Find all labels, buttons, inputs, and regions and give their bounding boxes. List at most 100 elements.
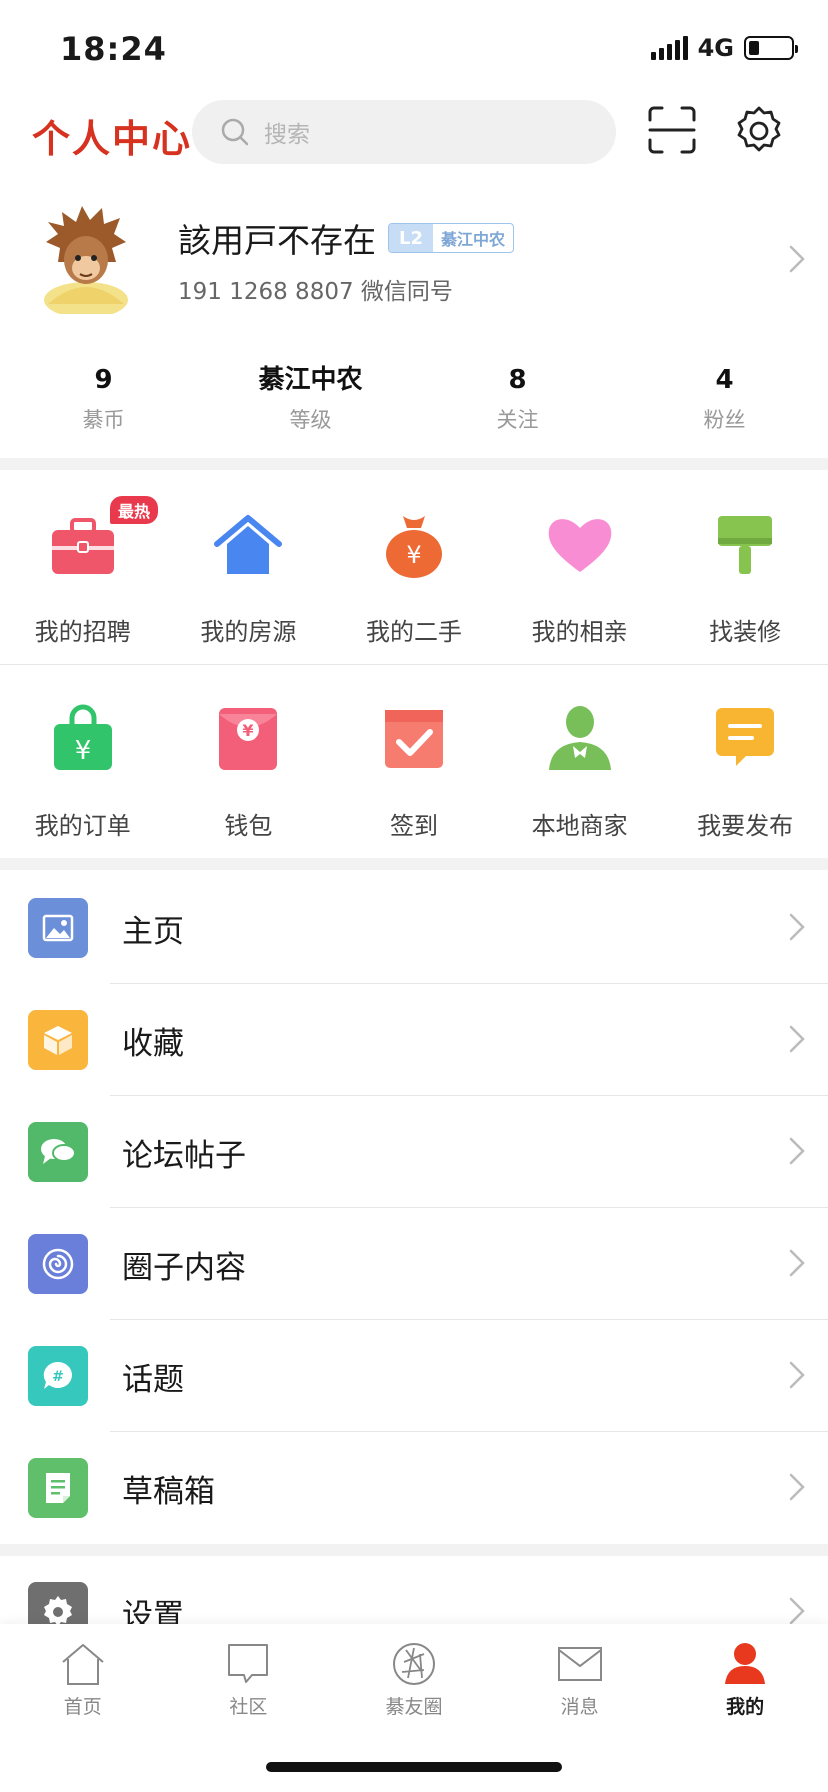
chevron-right-icon: [789, 1473, 805, 1501]
menu-label: 话题: [122, 1362, 184, 1398]
stat-value: 8: [508, 365, 527, 395]
grid-item-label: 我的招聘: [34, 618, 131, 646]
box-icon: [44, 1026, 72, 1055]
menu-item-circle-content[interactable]: 圈子内容: [0, 1208, 828, 1320]
stat-value: 9: [94, 365, 113, 395]
chevron-right-icon: [789, 1361, 805, 1389]
grid-item-orders[interactable]: ¥ 我的订单: [0, 664, 166, 854]
menu-icon-bg: [28, 898, 88, 958]
search-icon: [221, 118, 249, 146]
home-indicator: [266, 1762, 562, 1772]
tab-home[interactable]: 首页: [0, 1624, 166, 1792]
grid-item-publish[interactable]: 我要发布: [662, 664, 828, 854]
profile-card[interactable]: 該用戸不存在 L2 綦江中农 191 1268 8807 微信同号: [0, 200, 828, 320]
level-badge-org: 綦江中农: [441, 230, 506, 249]
stat-fans[interactable]: 4 粉丝: [621, 362, 828, 442]
grid-item-label: 找装修: [709, 618, 782, 646]
menu-item-drafts[interactable]: 草稿箱: [0, 1432, 828, 1544]
menu-icon-bg: [28, 1122, 88, 1182]
grid-item-checkin[interactable]: 签到: [331, 664, 497, 854]
menu-icon-bg: #: [28, 1346, 88, 1406]
scan-icon[interactable]: [648, 106, 696, 154]
home-icon: [62, 1644, 104, 1685]
chevron-right-icon: [789, 245, 805, 273]
menu-label: 收藏: [122, 1026, 184, 1062]
grid-item-decoration[interactable]: 找装修: [662, 470, 828, 660]
page-title: 个人中心: [32, 116, 193, 161]
avatar: [44, 206, 128, 314]
menu-label: 圈子内容: [122, 1250, 246, 1286]
grid-item-label: 我的相亲: [531, 618, 628, 646]
envelope-icon: [557, 1647, 602, 1681]
search-bar[interactable]: 搜索: [192, 100, 616, 164]
tab-mine[interactable]: 我的: [662, 1624, 828, 1792]
stat-level[interactable]: 綦江中农 等级: [207, 362, 414, 442]
briefcase-icon: [51, 518, 114, 574]
feature-grid-row-2: ¥ 我的订单 ¥ 钱包 签到 本地商家 我要发布: [0, 664, 828, 854]
merchant-icon: [548, 706, 611, 770]
chevron-right-icon: [789, 1137, 805, 1165]
menu-icon-bg: [28, 1010, 88, 1070]
menu-item-favorites[interactable]: 收藏: [0, 984, 828, 1096]
stats-row: 9 綦币 綦江中农 等级 8 关注 4 粉丝: [0, 362, 828, 442]
grid-item-wallet[interactable]: ¥ 钱包: [166, 664, 332, 854]
grid-item-label: 我的二手: [365, 618, 462, 646]
stat-label: 等级: [289, 408, 332, 432]
svg-text:¥: ¥: [243, 721, 254, 740]
house-icon: [214, 515, 283, 574]
menu-item-homepage[interactable]: 主页: [0, 872, 828, 984]
grid-item-dating[interactable]: 我的相亲: [497, 470, 663, 660]
grid-item-label: 我的房源: [200, 618, 297, 646]
user-icon: [725, 1643, 766, 1684]
svg-text:¥: ¥: [406, 541, 421, 569]
menu-item-forum-posts[interactable]: 论坛帖子: [0, 1096, 828, 1208]
status-bar: 18:24 4G: [0, 0, 828, 96]
section-divider: [0, 858, 828, 870]
chat-bubbles-icon: [41, 1139, 76, 1164]
stat-following[interactable]: 8 关注: [414, 362, 621, 442]
battery-icon: [744, 36, 798, 60]
red-envelope-icon: ¥: [219, 708, 278, 770]
stat-label: 綦币: [82, 408, 125, 432]
section-divider: [0, 458, 828, 470]
tab-label: 首页: [63, 1696, 102, 1718]
draft-icon: [46, 1473, 70, 1503]
stat-value: 4: [715, 365, 734, 395]
tab-label: 社区: [229, 1696, 268, 1718]
menu-label: 草稿箱: [122, 1474, 215, 1510]
search-placeholder: 搜索: [264, 122, 310, 148]
stat-value: 綦江中农: [258, 365, 363, 395]
tab-label: 我的: [726, 1696, 765, 1718]
grid-item-secondhand[interactable]: ¥ 我的二手: [331, 470, 497, 660]
profile-name: 該用戸不存在: [178, 221, 376, 260]
profile-name-row: 該用戸不存在 L2 綦江中农: [178, 214, 515, 262]
hashtag-icon: #: [43, 1361, 72, 1389]
menu-item-topics[interactable]: # 话题: [0, 1320, 828, 1432]
feature-grid-row-1: 最热 我的招聘 我的房源 ¥ 我的二手 我的相亲 找装修: [0, 470, 828, 660]
svg-text:#: #: [52, 1369, 64, 1385]
tab-label: 消息: [560, 1696, 599, 1718]
chevron-right-icon: [789, 1025, 805, 1053]
stat-label: 关注: [496, 408, 539, 432]
grid-item-housing[interactable]: 我的房源: [166, 470, 332, 660]
chat-box-icon: [228, 1644, 269, 1683]
menu-list: 主页 收藏 论坛帖子 圈子内容 # 话题 草稿箱: [0, 872, 828, 1544]
grid-item-label: 我的订单: [34, 812, 131, 840]
stat-label: 粉丝: [703, 408, 746, 432]
hot-badge: 最热: [110, 496, 159, 524]
chevron-right-icon: [789, 913, 805, 941]
svg-text:¥: ¥: [75, 736, 92, 766]
level-badge: L2 綦江中农: [388, 223, 515, 253]
stat-coins[interactable]: 9 綦币: [0, 362, 207, 442]
profile-phone: 191 1268 8807 微信同号: [178, 279, 453, 305]
money-bag-icon: ¥: [385, 516, 442, 578]
grid-item-label: 本地商家: [531, 812, 628, 840]
heart-icon: [548, 519, 611, 572]
circle-swirl-icon: [42, 1248, 74, 1280]
checkin-icon: [384, 710, 443, 768]
grid-item-recruit[interactable]: 最热 我的招聘: [0, 470, 166, 660]
header: 个人中心 搜索: [0, 96, 828, 168]
gear-icon[interactable]: [732, 104, 786, 158]
menu-label: 论坛帖子: [122, 1138, 246, 1174]
grid-item-merchants[interactable]: 本地商家: [497, 664, 663, 854]
